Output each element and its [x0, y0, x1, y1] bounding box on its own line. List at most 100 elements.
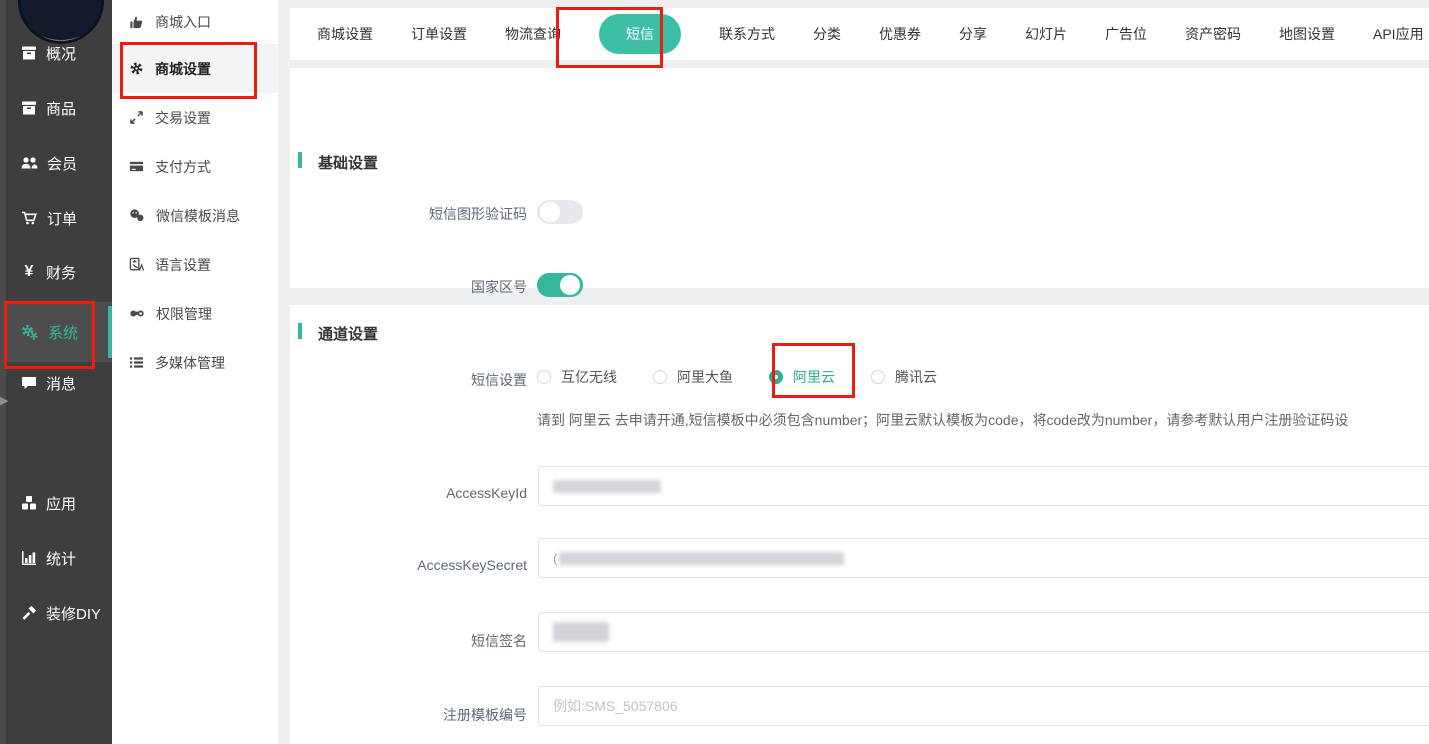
- submenu-item-payment-methods[interactable]: 支付方式: [112, 142, 278, 191]
- tab-order-settings[interactable]: 订单设置: [411, 24, 467, 44]
- trade-arrows-icon: [129, 110, 144, 125]
- wechat-icon: [129, 208, 145, 223]
- sidebar-item-label: 商品: [46, 98, 76, 119]
- sidebar-item-orders[interactable]: 订单: [6, 193, 112, 243]
- primary-sidebar: 概况 商品 会员 订单 ¥ 财务 系统 消息 应用: [6, 0, 112, 744]
- sms-captcha-toggle[interactable]: [537, 200, 583, 224]
- radio-circle-icon: [537, 370, 551, 384]
- radio-circle-icon: [871, 370, 885, 384]
- register-template-label: 注册模板编号: [290, 705, 527, 725]
- sms-signature-input[interactable]: [538, 612, 1429, 652]
- sidebar-item-label: 系统: [48, 322, 78, 343]
- users-icon: [21, 155, 38, 171]
- permission-mask-icon: [129, 306, 145, 321]
- accesskeysecret-label: AccessKeySecret: [290, 557, 527, 573]
- sidebar-item-finance[interactable]: ¥ 财务: [6, 247, 112, 297]
- basic-settings-title: 基础设置: [318, 152, 378, 173]
- tab-mall-settings[interactable]: 商城设置: [317, 24, 373, 44]
- accesskeysecret-input[interactable]: (: [538, 538, 1429, 578]
- sidebar-item-apps[interactable]: 应用: [6, 478, 112, 528]
- toggle-knob: [540, 202, 560, 222]
- sidebar-item-label: 应用: [46, 493, 76, 514]
- sidebar-item-label: 概况: [46, 43, 76, 64]
- product-box-icon: [21, 100, 37, 116]
- submenu-item-label: 商城设置: [155, 59, 211, 79]
- channel-settings-title: 通道设置: [318, 323, 378, 344]
- sidebar-item-members[interactable]: 会员: [6, 138, 112, 188]
- submenu-item-permissions[interactable]: 权限管理: [112, 289, 278, 338]
- sidebar-item-system[interactable]: 系统: [6, 302, 112, 362]
- sidebar-item-goods[interactable]: 商品: [6, 83, 112, 133]
- redacted-value: [553, 622, 609, 642]
- secondary-sidebar: 商城入口 商城设置 交易设置 支付方式 微信模板消息 语言设置 权限管理 多媒: [112, 0, 278, 744]
- radio-huyi-wireless[interactable]: 互亿无线: [537, 367, 617, 387]
- submenu-item-wechat-template[interactable]: 微信模板消息: [112, 191, 278, 240]
- language-icon: [129, 257, 144, 272]
- sidebar-item-label: 消息: [46, 373, 76, 394]
- submenu-item-media-manager[interactable]: 多媒体管理: [112, 338, 278, 387]
- tab-slideshow[interactable]: 幻灯片: [1025, 24, 1067, 44]
- radio-label: 互亿无线: [561, 367, 617, 387]
- submenu-item-label: 支付方式: [155, 157, 211, 177]
- submenu-item-label: 语言设置: [155, 255, 211, 275]
- tab-ad-slot[interactable]: 广告位: [1105, 24, 1147, 44]
- tab-api-app[interactable]: API应用: [1373, 24, 1424, 44]
- submenu-item-label: 权限管理: [156, 304, 212, 324]
- toggle-knob: [560, 275, 580, 295]
- sidebar-item-label: 订单: [47, 208, 77, 229]
- sidebar-item-messages[interactable]: 消息: [6, 358, 112, 408]
- submenu-item-label: 交易设置: [155, 108, 211, 128]
- radio-circle-icon: [653, 370, 667, 384]
- hammer-icon: [21, 605, 37, 621]
- archive-box-icon: [21, 45, 37, 61]
- radio-ali-dayu[interactable]: 阿里大鱼: [653, 367, 733, 387]
- accesskeyid-input[interactable]: [538, 466, 1429, 506]
- settings-tabbar: 商城设置 订单设置 物流查询 短信 联系方式 分类 优惠券 分享 幻灯片 广告位…: [290, 8, 1429, 60]
- sidebar-item-label: 会员: [47, 153, 77, 174]
- yen-icon: ¥: [21, 263, 37, 281]
- submenu-item-mall-entry[interactable]: 商城入口: [112, 0, 278, 44]
- sidebar-item-overview[interactable]: 概况: [6, 28, 112, 78]
- panel-expand-arrow-icon[interactable]: ▶: [0, 394, 8, 407]
- submenu-item-label: 商城入口: [155, 12, 211, 32]
- radio-label: 阿里云: [793, 367, 835, 387]
- submenu-item-label: 多媒体管理: [155, 353, 225, 373]
- visible-prefix: (: [553, 551, 557, 566]
- gears-icon: [21, 324, 39, 341]
- bar-chart-icon: [21, 550, 37, 566]
- section-accent-bar: [298, 323, 302, 339]
- tab-contact[interactable]: 联系方式: [719, 24, 775, 44]
- radio-tencent-cloud[interactable]: 腾讯云: [871, 367, 937, 387]
- redacted-value: [559, 552, 844, 565]
- credit-card-icon: [129, 159, 144, 174]
- sidebar-item-stats[interactable]: 统计: [6, 533, 112, 583]
- main-content: 商城设置 订单设置 物流查询 短信 联系方式 分类 优惠券 分享 幻灯片 广告位…: [278, 0, 1429, 744]
- tab-coupon[interactable]: 优惠券: [879, 24, 921, 44]
- country-code-toggle[interactable]: [537, 273, 583, 297]
- submenu-item-label: 微信模板消息: [156, 206, 240, 226]
- aliyun-helper-text: 请到 阿里云 去申请开通,短信模板中必须包含number；阿里云默认模板为cod…: [537, 410, 1348, 430]
- chat-bubble-icon: [21, 375, 37, 391]
- radio-aliyun[interactable]: 阿里云: [769, 367, 835, 387]
- radio-selected-icon: [769, 370, 783, 384]
- tab-map-settings[interactable]: 地图设置: [1279, 24, 1335, 44]
- admin-page: ▶ 概况 商品 会员 订单 ¥ 财务 系统 消息: [0, 0, 1429, 744]
- sidebar-item-label: 财务: [46, 262, 76, 283]
- sidebar-item-diy[interactable]: 装修DIY: [6, 588, 112, 638]
- tab-sms[interactable]: 短信: [599, 14, 681, 54]
- register-template-input[interactable]: 例如:SMS_5057806: [538, 686, 1429, 726]
- section-accent-bar: [298, 152, 302, 168]
- submenu-item-trade-settings[interactable]: 交易设置: [112, 93, 278, 142]
- channel-settings-card: 通道设置 短信设置 互亿无线 阿里大鱼 阿里云 腾讯云: [290, 305, 1429, 744]
- sidebar-item-label: 装修DIY: [46, 603, 101, 624]
- radio-label: 阿里大鱼: [677, 367, 733, 387]
- tab-share[interactable]: 分享: [959, 24, 987, 44]
- submenu-item-mall-settings[interactable]: 商城设置: [112, 44, 278, 93]
- sms-provider-label: 短信设置: [290, 370, 527, 390]
- tab-category[interactable]: 分类: [813, 24, 841, 44]
- country-code-label: 国家区号: [290, 277, 527, 297]
- tab-asset-password[interactable]: 资产密码: [1185, 24, 1241, 44]
- sms-captcha-label: 短信图形验证码: [290, 204, 527, 224]
- submenu-item-language-settings[interactable]: 语言设置: [112, 240, 278, 289]
- tab-logistics-query[interactable]: 物流查询: [505, 24, 561, 44]
